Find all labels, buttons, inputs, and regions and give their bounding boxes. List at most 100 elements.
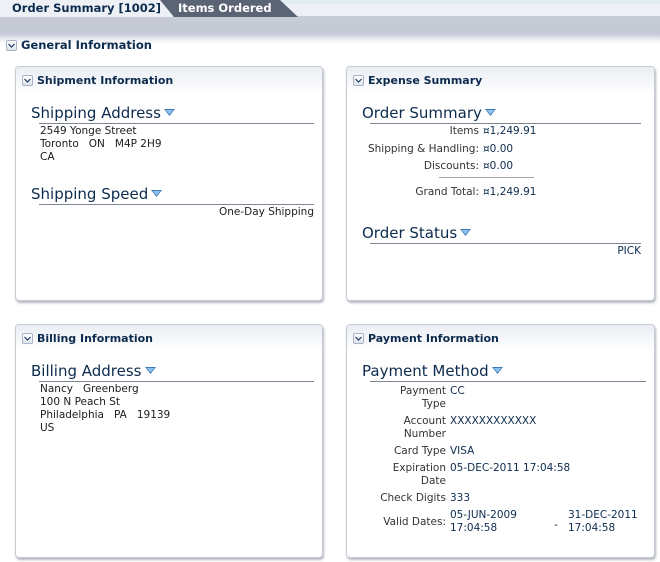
expiration-date-value: 05-DEC-2011 17:04:58: [450, 462, 571, 474]
shipping-speed-section: Shipping Speed One-Day Shipping: [31, 185, 314, 219]
order-summary-table: Items ¤1,249.91 Shipping & Handling: ¤0.…: [347, 125, 537, 199]
card-type-value: VISA: [450, 445, 475, 457]
address-street: 2549 Yonge Street: [40, 125, 137, 137]
section-title: Shipping Speed: [31, 185, 149, 203]
panel-header[interactable]: Payment Information: [347, 325, 654, 351]
shipment-information-panel: Shipment Information Shipping Address 25…: [15, 66, 323, 301]
section-title: Shipping Address: [31, 104, 161, 122]
address-country: CA: [40, 151, 55, 163]
payment-row: Expiration Date 05-DEC-2011 17:04:58: [347, 462, 638, 492]
payment-method-section: Payment Method: [362, 362, 646, 382]
billing-address-header[interactable]: Billing Address: [31, 362, 314, 380]
address-country: US: [40, 422, 55, 434]
payment-method-header[interactable]: Payment Method: [362, 362, 646, 380]
row-label: Payment Type: [400, 385, 446, 410]
shipping-address-header[interactable]: Shipping Address: [31, 104, 314, 122]
order-summary-section: Order Summary: [362, 104, 641, 124]
order-status-value: PICK: [617, 245, 641, 257]
valid-dates-value: 05-JUN-2009 17:04:58 - 31-DEC-2011 17:04:5…: [450, 509, 638, 535]
tab-order-summary[interactable]: Order Summary [1002]: [0, 0, 174, 17]
general-information-header[interactable]: General Information: [6, 38, 152, 52]
summary-row: Items ¤1,249.91: [347, 125, 537, 143]
row-label: Account Number: [403, 415, 446, 440]
divider: [39, 381, 314, 382]
dropdown-triangle-icon[interactable]: [163, 109, 175, 117]
row-label: Card Type: [393, 445, 446, 457]
check-digits-value: 333: [450, 492, 471, 504]
collapse-icon[interactable]: [6, 39, 17, 51]
billing-address: Nancy Greenberg 100 N Peach St Philadelph…: [31, 383, 314, 435]
expense-summary-panel: Expense Summary Order Summary Items ¤1,2…: [346, 66, 655, 301]
dropdown-triangle-icon[interactable]: [491, 367, 503, 375]
panel-title: Billing Information: [37, 331, 153, 345]
shipping-speed-header[interactable]: Shipping Speed: [31, 185, 314, 203]
divider: [370, 243, 641, 244]
panel-title: Shipment Information: [37, 73, 174, 87]
panel-title: Expense Summary: [368, 73, 483, 87]
billing-address-section: Billing Address Nancy Greenberg 100 N Pea…: [31, 362, 314, 435]
address-state: ON: [88, 138, 105, 150]
divider: [39, 204, 314, 205]
divider: [39, 123, 314, 124]
panel-title: Payment Information: [368, 331, 499, 345]
payment-type-value: CC: [450, 385, 465, 397]
collapse-icon[interactable]: [22, 74, 33, 86]
summary-row: Shipping & Handling: ¤0.00: [347, 143, 537, 160]
dropdown-triangle-icon[interactable]: [151, 190, 163, 198]
address-street: 100 N Peach St: [40, 396, 120, 408]
row-value: ¤0.00: [483, 143, 514, 155]
collapse-icon[interactable]: [353, 74, 364, 86]
row-label: Valid Dates:: [383, 515, 446, 528]
row-value: ¤1,249.91: [483, 125, 537, 137]
shipping-address-section: Shipping Address 2549 Yonge Street Toron…: [31, 104, 314, 164]
valid-dates-row: Valid Dates: 05-JUN-2009 17:04:58 - 31-DE…: [347, 509, 638, 535]
valid-to: 31-DEC-2011 17:04:58: [568, 509, 638, 534]
address-city: Philadelphia: [40, 409, 104, 421]
order-status-section: Order Status PICK: [362, 224, 641, 258]
address-postal: 19139: [136, 409, 171, 421]
date-separator: -: [554, 519, 558, 531]
order-status-header[interactable]: Order Status: [362, 224, 641, 242]
grand-total-value: ¤1,249.91: [483, 186, 537, 198]
section-title: Payment Method: [362, 362, 489, 380]
address-postal: M4P 2H9: [114, 138, 162, 150]
address-state: PA: [113, 409, 127, 421]
account-number-value: XXXXXXXXXXXX: [450, 415, 537, 427]
payment-row: Payment Type CC: [347, 385, 638, 415]
summary-row: Discounts: ¤0.00: [347, 160, 537, 177]
payment-details: Payment Type CC Account Number XXXXXXXXXXX…: [347, 385, 638, 535]
section-title: General Information: [21, 38, 152, 52]
valid-from: 05-JUN-2009 17:04:58: [450, 509, 517, 534]
divider: [370, 381, 646, 382]
dropdown-triangle-icon[interactable]: [144, 367, 156, 375]
section-title: Order Summary: [362, 104, 482, 122]
row-label: Discounts:: [423, 160, 479, 172]
panel-header[interactable]: Billing Information: [16, 325, 322, 351]
section-title: Order Status: [362, 224, 458, 242]
row-label: Items: [449, 125, 479, 137]
dropdown-triangle-icon[interactable]: [460, 229, 472, 237]
billing-information-panel: Billing Information Billing Address Nanc…: [15, 324, 323, 558]
payment-row: Account Number XXXXXXXXXXXX: [347, 415, 638, 445]
order-summary-header[interactable]: Order Summary: [362, 104, 641, 122]
section-title: Billing Address: [31, 362, 142, 380]
tab-items-ordered[interactable]: Items Ordered: [160, 0, 298, 17]
row-label: Check Digits: [380, 492, 446, 504]
row-label: Grand Total:: [415, 186, 479, 198]
shipping-address: 2549 Yonge Street Toronto ON M4P 2H9 CA: [31, 125, 314, 164]
address-city: Toronto: [40, 138, 79, 150]
grand-total-row: Grand Total: ¤1,249.91: [347, 186, 537, 199]
collapse-icon[interactable]: [22, 332, 33, 344]
shipping-speed-value: One-Day Shipping: [218, 206, 314, 218]
panel-header[interactable]: Shipment Information: [16, 67, 322, 93]
row-label: Expiration Date: [392, 462, 446, 487]
dropdown-triangle-icon[interactable]: [484, 109, 496, 117]
total-divider: [439, 177, 534, 178]
panel-header[interactable]: Expense Summary: [347, 67, 654, 93]
collapse-icon[interactable]: [353, 332, 364, 344]
divider: [370, 123, 641, 124]
payment-information-panel: Payment Information Payment Method Payme…: [346, 324, 655, 558]
first-name: Nancy: [40, 383, 73, 395]
payment-row: Card Type VISA: [347, 445, 638, 462]
row-value: ¤0.00: [483, 160, 514, 172]
